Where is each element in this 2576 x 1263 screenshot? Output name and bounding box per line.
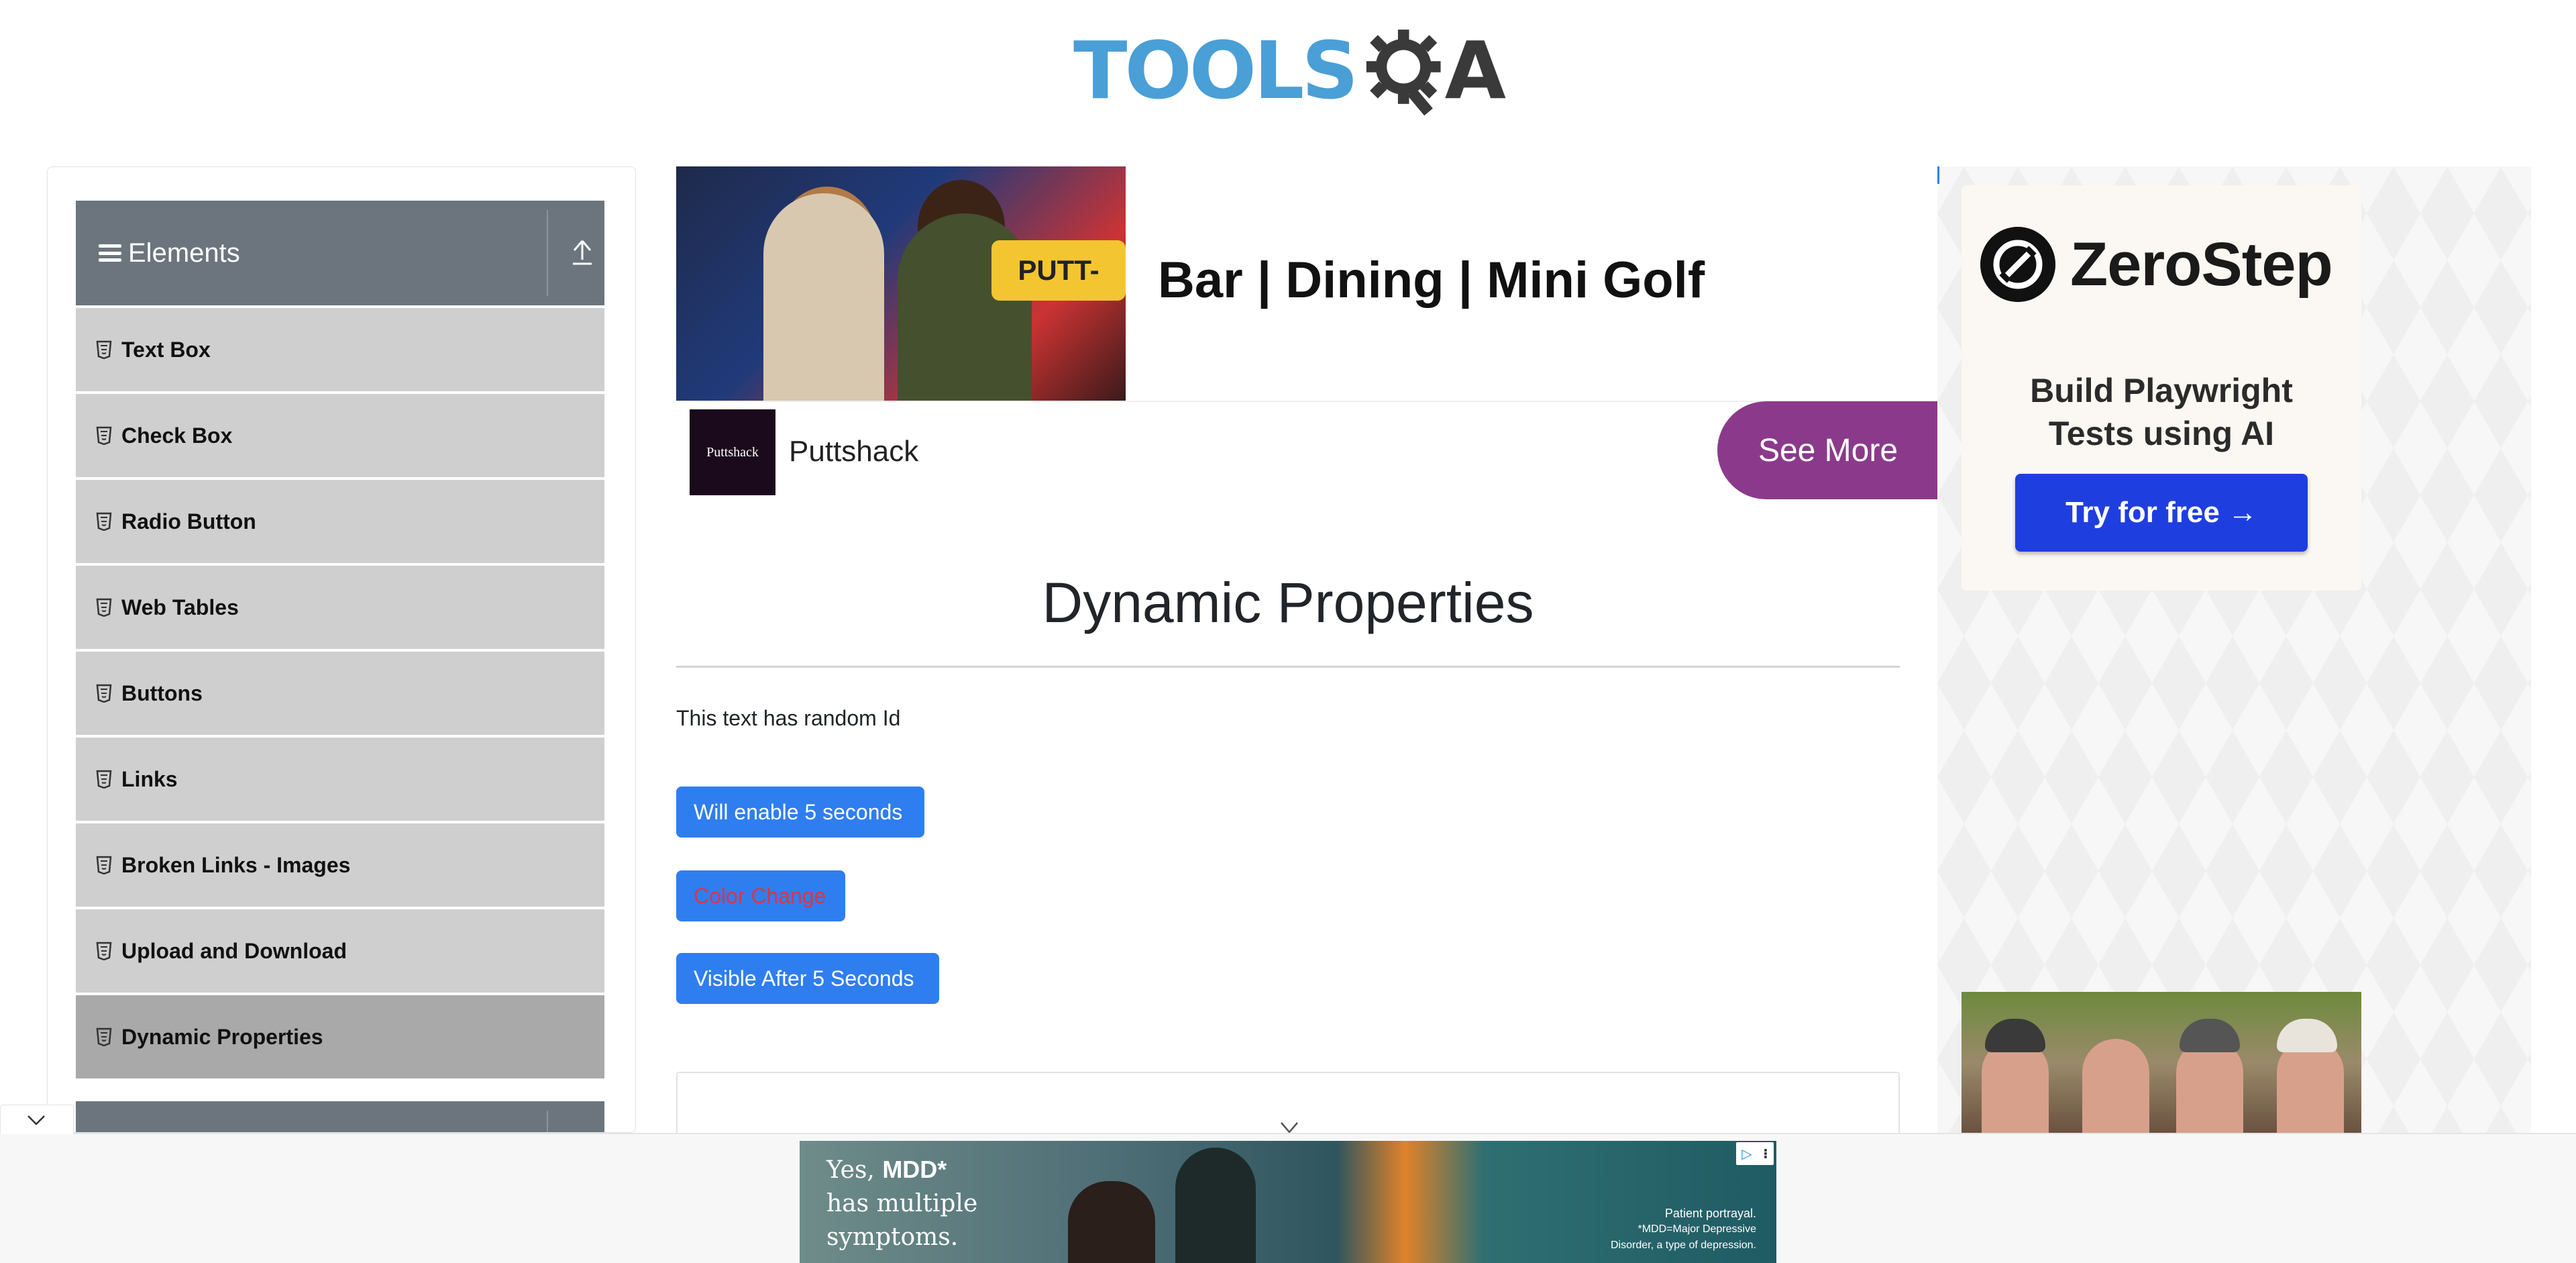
see-more-button[interactable]: See More [1717,401,1939,499]
sidebar-item-text-box[interactable]: Text Box [76,305,604,391]
ad-fine-portrayal: Patient portrayal. [1664,1207,1756,1220]
top-banner-ad[interactable]: PUTT- Bar | Dining | Mini Golf Puttshack… [676,166,1939,499]
zerostep-logo-icon [1980,227,2055,302]
ad-copy-line2: has multiple [826,1190,978,1217]
ad-person [1068,1181,1155,1263]
ad-divider [676,401,1939,402]
ad-info-icon: ▷ [1741,1146,1752,1162]
zerostep-tagline-line1: Build Playwright [2030,372,2293,409]
sidebar-group-elements[interactable]: Elements [76,201,604,305]
bottom-banner-ad[interactable]: Yes, MDD* has multiple symptoms. Patient… [800,1141,1776,1263]
html5-shield-icon [96,856,112,874]
sidebar-item-label: Broken Links - Images [121,852,351,877]
color-change-button[interactable]: Color Change [676,870,845,921]
ad-brand-name: Puttshack [789,435,919,468]
zerostep-ad[interactable]: ZeroStep Build Playwright Tests using AI… [1962,185,2361,591]
ad-fine-note2: Disorder, a type of depression. [1610,1240,1756,1251]
sidebar-item-label: Text Box [121,337,211,362]
ad-copy-line3: symptoms. [826,1223,959,1251]
zerostep-tagline-line2: Tests using AI [2048,415,2275,452]
random-id-text: This text has random Id [676,706,901,730]
zerostep-brand: ZeroStep [2070,230,2333,299]
toolsqa-logo[interactable]: TOOLS A [1073,20,1506,121]
ad-marker [1937,166,1939,184]
ad-headline: Bar | Dining | Mini Golf [1158,252,1705,309]
ad-photo: PUTT- [676,166,1126,401]
html5-shield-icon [96,512,112,531]
html5-shield-icon [96,942,112,960]
right-sidebar-ad[interactable]: ZeroStep Build Playwright Tests using AI… [1937,166,2531,1133]
left-sidebar: Elements Text Box Check Box Radio Button… [47,166,636,1133]
chevron-down-icon [28,1115,45,1125]
sidebar-item-label: Dynamic Properties [121,1024,323,1049]
visible-after-button[interactable]: Visible After 5 Seconds [676,953,939,1004]
bottom-ad-collapse-button[interactable] [0,1105,74,1134]
ad-person [1175,1148,1256,1263]
logo-text-a: A [1444,24,1506,117]
ad-brand-logo: Puttshack [690,409,775,495]
sidebar-item-radio-button[interactable]: Radio Button [76,477,604,563]
ad-sign: PUTT- [991,240,1126,301]
ad-copy-prefix: Yes, [826,1156,883,1184]
enable-after-button[interactable]: Will enable 5 seconds [676,787,924,838]
ad-copy: Yes, MDD* has multiple symptoms. [826,1153,977,1254]
html5-shield-icon [96,770,112,789]
header-divider [547,210,548,296]
sidebar-item-label: Check Box [121,423,233,448]
sidebar-item-upload-and-download[interactable]: Upload and Download [76,907,604,993]
sidebar-group-title: Elements [128,238,240,268]
ad-close-icon[interactable]: ⁝ [1763,1146,1768,1162]
header-divider [547,1111,548,1132]
sidebar-menu: Text Box Check Box Radio Button Web Tabl… [76,305,604,1078]
html5-shield-icon [96,598,112,617]
sidebar-item-check-box[interactable]: Check Box [76,391,604,477]
sidebar-item-label: Buttons [121,680,203,705]
try-for-free-button[interactable]: Try for free → [2015,474,2308,552]
sidebar-item-buttons[interactable]: Buttons [76,649,604,735]
ad-photo-group[interactable] [1962,992,2361,1133]
zerostep-tagline: Build Playwright Tests using AI [1962,369,2361,455]
upload-arrow-icon[interactable] [569,236,596,269]
sidebar-item-label: Radio Button [121,509,256,534]
ad-fine-print: Patient portrayal. *MDD=Major Depressive… [1611,1205,1756,1254]
html5-shield-icon [96,1027,112,1046]
logo-text-tools: TOOLS [1073,24,1358,117]
page-title: Dynamic Properties [1042,571,1534,634]
ad-choices-icon[interactable]: ▷ ⁝ [1736,1142,1774,1165]
sidebar-group-next[interactable] [76,1101,604,1132]
html5-shield-icon [96,426,112,445]
sidebar-item-label: Upload and Download [121,938,347,963]
ad-fine-note1: *MDD=Major Depressive [1638,1223,1757,1235]
sidebar-item-broken-links-images[interactable]: Broken Links - Images [76,821,604,907]
html5-shield-icon [96,340,112,359]
sidebar-item-label: Links [121,766,178,791]
page: TOOLS A Elements Text Box Check Box Radi… [0,0,2576,1263]
sidebar-item-web-tables[interactable]: Web Tables [76,563,604,649]
sidebar-item-links[interactable]: Links [76,735,604,821]
sidebar-item-dynamic-properties[interactable]: Dynamic Properties [76,993,604,1078]
magnifier-gear-icon [1366,30,1441,116]
title-divider [676,666,1900,668]
html5-shield-icon [96,684,112,703]
sidebar-item-label: Web Tables [121,595,239,619]
hamburger-icon [99,244,121,262]
ad-copy-bold: MDD* [882,1156,947,1183]
